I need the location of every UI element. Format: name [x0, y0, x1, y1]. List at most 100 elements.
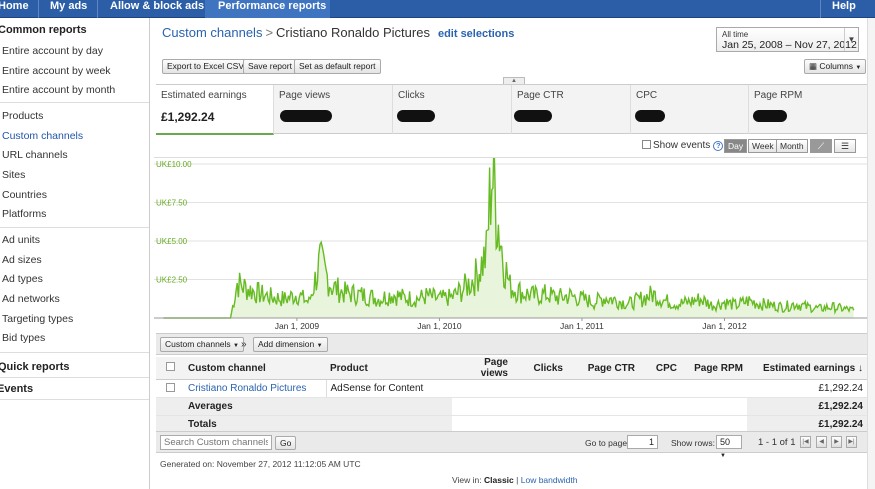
- bar-chart-icon[interactable]: ☰: [834, 139, 856, 153]
- granularity-day-button[interactable]: Day: [724, 139, 748, 153]
- set-default-report-button[interactable]: Set as default report: [294, 59, 381, 74]
- select-all-checkbox[interactable]: [165, 362, 175, 371]
- averages-blank-cell: [156, 397, 184, 416]
- sidebar-item-ad-units[interactable]: Ad units: [2, 234, 40, 246]
- sidebar-item-products[interactable]: Products: [2, 110, 43, 122]
- table-footer: Go Go to page: 1 Show rows: 50 ▼ 1 - 1 o…: [156, 431, 867, 459]
- sidebar-item-account-by-day[interactable]: Entire account by day: [2, 45, 103, 57]
- averages-label: Averages: [184, 397, 326, 416]
- breadcrumb-current: Cristiano Ronaldo Pictures: [276, 25, 430, 40]
- breadcrumb-custom-channels-link[interactable]: Custom channels: [162, 25, 262, 40]
- product-cell: AdSense for Content: [326, 379, 452, 398]
- next-page-icon[interactable]: ▶: [831, 436, 842, 448]
- sidebar-heading-events[interactable]: Events: [0, 383, 33, 395]
- result-range: 1 - 1 of 1: [758, 437, 796, 448]
- col-header-custom-channel[interactable]: Custom channel: [184, 357, 326, 380]
- sidebar-item-account-by-month[interactable]: Entire account by month: [2, 84, 115, 96]
- edit-selections-link[interactable]: edit selections: [438, 28, 514, 40]
- sidebar-divider: [0, 377, 149, 378]
- row-select-cell: [156, 379, 184, 398]
- save-report-button[interactable]: Save report: [243, 59, 297, 74]
- report-table: Custom channel Product Page views Clicks…: [156, 357, 867, 434]
- granularity-week-button[interactable]: Week: [748, 139, 778, 153]
- sidebar-item-ad-networks[interactable]: Ad networks: [2, 293, 60, 305]
- sidebar-divider: [0, 102, 149, 103]
- page-scrollbar[interactable]: [867, 18, 875, 489]
- breadcrumb: Custom channels > Cristiano Ronaldo Pictur…: [162, 25, 514, 40]
- view-in-label: View in:: [452, 475, 482, 485]
- add-dimension-dropdown[interactable]: Add dimension ▼: [253, 337, 328, 352]
- col-header-estimated-earnings-label: Estimated earnings: [762, 362, 856, 374]
- averages-blank-cell: [452, 397, 747, 416]
- sidebar-item-bid-types[interactable]: Bid types: [2, 332, 45, 344]
- sidebar-item-url-channels[interactable]: URL channels: [2, 149, 68, 161]
- view-mode-switcher: View in: Classic | Low bandwidth: [452, 475, 577, 485]
- metric-estimated-earnings[interactable]: Estimated earnings £1,292.24: [156, 85, 274, 135]
- earnings-chart: UK£10.00 UK£7.50 UK£5.00 UK£2.50 Jan 1, 2009…: [154, 157, 867, 332]
- sidebar-heading-common-reports[interactable]: Common reports: [0, 24, 87, 36]
- x-tick-label: Jan 1, 2011: [560, 321, 604, 331]
- select-all-cell: [156, 357, 184, 380]
- first-page-icon[interactable]: |◀: [800, 436, 811, 448]
- sidebar-divider: [0, 399, 149, 400]
- nav-my-ads[interactable]: My ads: [50, 0, 87, 18]
- collapse-metrics-toggle[interactable]: ▲: [503, 77, 525, 84]
- top-navigation: Home My ads Allow & block ads Performanc…: [0, 0, 875, 18]
- metric-label: CPC: [636, 90, 658, 101]
- metric-page-views[interactable]: Page views: [274, 85, 393, 134]
- row-checkbox[interactable]: [165, 382, 175, 392]
- columns-button[interactable]: ▦ Columns ▼: [804, 59, 867, 74]
- show-events-toggle[interactable]: Show events?: [642, 140, 724, 151]
- page-ctr-cell: [567, 379, 639, 398]
- line-chart-icon[interactable]: ⟋: [810, 139, 832, 153]
- metric-label: Page CTR: [517, 90, 564, 101]
- col-header-product[interactable]: Product: [326, 357, 452, 380]
- sidebar-item-targeting-types[interactable]: Targeting types: [2, 313, 73, 325]
- dimension-dropdown[interactable]: Custom channels ▼: [160, 337, 244, 352]
- sidebar-item-countries[interactable]: Countries: [2, 189, 47, 201]
- date-range-picker[interactable]: All time Jan 25, 2008 – Nov 27, 2012 ▼: [716, 27, 859, 52]
- col-header-clicks[interactable]: Clicks: [512, 357, 567, 380]
- metric-clicks[interactable]: Clicks: [393, 85, 512, 134]
- col-header-page-views[interactable]: Page views: [452, 357, 512, 380]
- granularity-month-button[interactable]: Month: [776, 139, 808, 153]
- show-events-checkbox[interactable]: [642, 140, 651, 149]
- nav-performance-reports[interactable]: Performance reports: [205, 0, 330, 18]
- col-header-page-ctr[interactable]: Page CTR: [567, 357, 639, 380]
- page-number-input[interactable]: 1: [627, 435, 658, 449]
- sidebar-heading-quick-reports[interactable]: Quick reports: [0, 361, 70, 373]
- rows-per-page-select[interactable]: 50 ▼: [716, 435, 742, 459]
- show-events-label: Show events: [653, 140, 711, 151]
- cpc-cell: [639, 379, 681, 398]
- x-tick-label: Jan 1, 2009: [275, 321, 320, 331]
- help-icon[interactable]: ?: [713, 141, 724, 151]
- nav-help[interactable]: Help: [832, 0, 856, 18]
- nav-home[interactable]: Home: [0, 0, 29, 18]
- earnings-chart-svg: UK£10.00 UK£7.50 UK£5.00 UK£2.50 Jan 1, 2009…: [154, 158, 867, 331]
- sidebar-item-account-by-week[interactable]: Entire account by week: [2, 65, 111, 77]
- y-tick-label: UK£2.50: [156, 276, 188, 285]
- sidebar-item-custom-channels[interactable]: Custom channels: [2, 130, 83, 142]
- view-classic: Classic: [483, 475, 514, 485]
- sidebar-item-platforms[interactable]: Platforms: [2, 208, 46, 220]
- metric-page-rpm[interactable]: Page RPM: [749, 85, 867, 134]
- go-button[interactable]: Go: [275, 436, 297, 450]
- export-csv-button[interactable]: Export to Excel CSV: [162, 59, 250, 74]
- col-header-page-rpm[interactable]: Page RPM: [681, 357, 747, 380]
- metric-page-ctr[interactable]: Page CTR: [512, 85, 631, 134]
- last-page-icon[interactable]: ▶|: [846, 436, 857, 448]
- nav-allow-block-ads[interactable]: Allow & block ads: [110, 0, 204, 18]
- prev-page-icon[interactable]: ◀: [816, 436, 827, 448]
- view-low-bandwidth-link[interactable]: Low bandwidth: [521, 475, 578, 485]
- averages-blank-cell: [326, 397, 452, 416]
- metric-label: Page views: [279, 90, 331, 101]
- sort-descending-icon: ↓: [858, 362, 863, 374]
- search-custom-channels-input[interactable]: [160, 435, 272, 450]
- channel-link[interactable]: Cristiano Ronaldo Pictures: [184, 379, 327, 398]
- col-header-cpc[interactable]: CPC: [639, 357, 681, 380]
- col-header-estimated-earnings[interactable]: Estimated earnings ↓: [747, 357, 867, 380]
- sidebar-item-ad-sizes[interactable]: Ad sizes: [2, 254, 42, 266]
- sidebar-item-ad-types[interactable]: Ad types: [2, 273, 43, 285]
- metric-cpc[interactable]: CPC: [631, 85, 749, 134]
- sidebar-item-sites[interactable]: Sites: [2, 169, 25, 181]
